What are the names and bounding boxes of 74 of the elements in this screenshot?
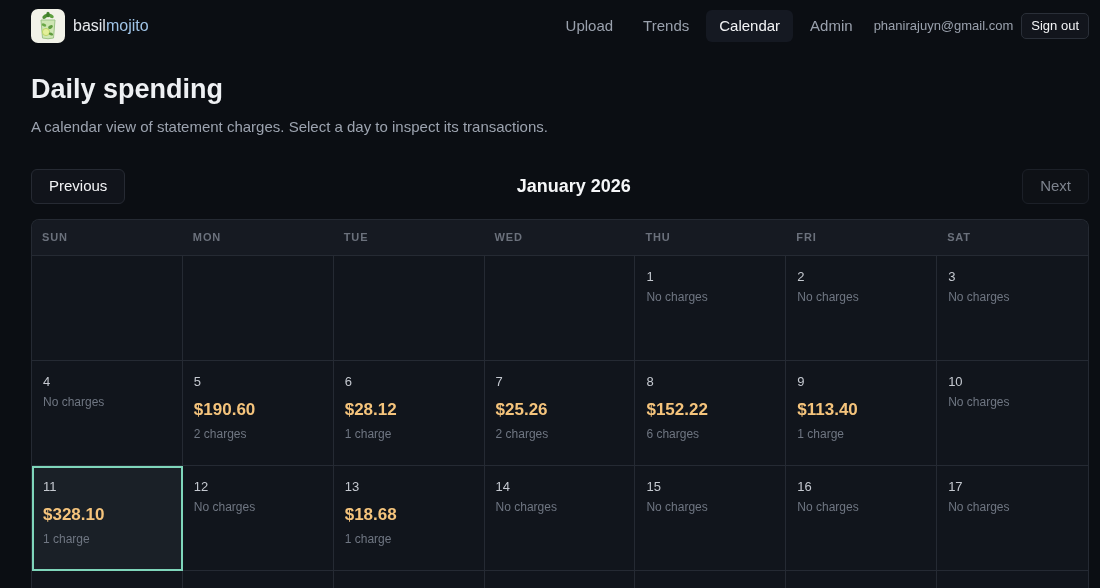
no-charges-text: No charges xyxy=(948,500,1010,514)
nav-link[interactable]: Trends xyxy=(630,10,703,42)
charge-count: 1 charge xyxy=(43,531,90,548)
glass-icon xyxy=(31,9,65,43)
day-number: 9 xyxy=(797,373,805,391)
day-number: 6 xyxy=(344,373,352,391)
day-number: 15 xyxy=(646,478,661,496)
day-cell[interactable]: 14 No charges xyxy=(484,466,636,571)
amount-text: $113.40 xyxy=(797,399,858,421)
no-charges-text: No charges xyxy=(948,395,1010,409)
no-charges-text: No charges xyxy=(797,500,859,514)
day-cell[interactable]: 4 No charges xyxy=(32,361,183,466)
day-number: 10 xyxy=(948,373,963,391)
amount-text: $152.22 xyxy=(646,399,708,421)
day-cell[interactable]: 5 $190.60 2 charges xyxy=(182,361,334,466)
page-subtitle: A calendar view of statement charges. Select a day to inspect its transactions. xyxy=(31,117,549,137)
nav-link[interactable]: Admin xyxy=(797,10,866,42)
amount-text: $18.68 xyxy=(344,504,397,526)
charge-count: 1 charge xyxy=(797,426,844,443)
day-cell[interactable]: 2 No charges xyxy=(786,256,938,361)
no-charges-text: No charges xyxy=(646,290,708,304)
month-title: January 2026 xyxy=(516,175,631,198)
day-number: 2 xyxy=(797,268,805,286)
page-title: Daily spending xyxy=(31,73,225,106)
no-charges-text: No charges xyxy=(797,290,859,304)
previous-month-button[interactable]: Previous xyxy=(31,169,126,204)
day-cell[interactable]: 8 $152.22 6 charges xyxy=(635,361,787,466)
nav-link[interactable]: Upload xyxy=(552,10,627,42)
day-cell[interactable]: 6 $28.12 1 charge xyxy=(333,361,485,466)
weekday-label: WED xyxy=(493,230,524,245)
day-number: 16 xyxy=(797,478,812,496)
day-cell[interactable]: 11 $328.10 1 charge xyxy=(32,466,183,571)
user-email: phanirajuyn@gmail.com xyxy=(873,17,1014,36)
charge-count: 1 charge xyxy=(344,426,392,443)
day-number: 12 xyxy=(193,478,209,496)
weekday-label: SUN xyxy=(41,230,69,245)
weekday-label: SAT xyxy=(946,230,972,245)
charge-count: 6 charges xyxy=(646,426,700,443)
sign-out-button[interactable]: Sign out xyxy=(1021,13,1089,39)
day-cell[interactable]: 12 No charges xyxy=(182,466,334,571)
day-cell[interactable]: 7 $25.26 2 charges xyxy=(484,361,636,466)
day-number: 11 xyxy=(43,478,57,496)
weekday-label: THU xyxy=(644,230,672,245)
no-charges-text: No charges xyxy=(948,290,1010,304)
charge-count: 2 charges xyxy=(495,426,549,443)
no-charges-text: No charges xyxy=(646,500,708,514)
weekday-label: TUE xyxy=(342,230,370,245)
day-number: 7 xyxy=(495,373,503,391)
day-cell[interactable]: 16 No charges xyxy=(786,466,938,571)
day-number: 4 xyxy=(43,373,51,391)
amount-text: $28.12 xyxy=(344,399,397,421)
day-number: 17 xyxy=(948,478,963,496)
nav-link[interactable]: Calendar xyxy=(706,10,794,42)
day-number: 5 xyxy=(193,373,202,391)
charge-count: 2 charges xyxy=(193,426,247,443)
no-charges-text: No charges xyxy=(43,395,105,409)
day-number: 14 xyxy=(495,478,511,496)
brand-link[interactable]: basilmojito xyxy=(31,9,149,43)
no-charges-text: No charges xyxy=(193,500,256,514)
day-cell[interactable]: 1 No charges xyxy=(635,256,787,361)
charge-count: 1 charge xyxy=(344,531,392,548)
day-cell[interactable]: 15 No charges xyxy=(635,466,787,571)
amount-text: $25.26 xyxy=(495,399,548,421)
weekday-label: FRI xyxy=(795,230,818,245)
day-cell[interactable]: 9 $113.40 1 charge xyxy=(786,361,938,466)
day-number: 3 xyxy=(948,268,956,286)
day-cell[interactable]: 13 $18.68 1 charge xyxy=(333,466,485,571)
weekday-label: MON xyxy=(191,230,223,245)
day-number: 1 xyxy=(646,268,654,286)
amount-text: $190.60 xyxy=(193,399,256,421)
no-charges-text: No charges xyxy=(495,500,557,514)
amount-text: $328.10 xyxy=(43,504,105,526)
day-number: 13 xyxy=(344,478,360,496)
day-number: 8 xyxy=(646,373,654,391)
